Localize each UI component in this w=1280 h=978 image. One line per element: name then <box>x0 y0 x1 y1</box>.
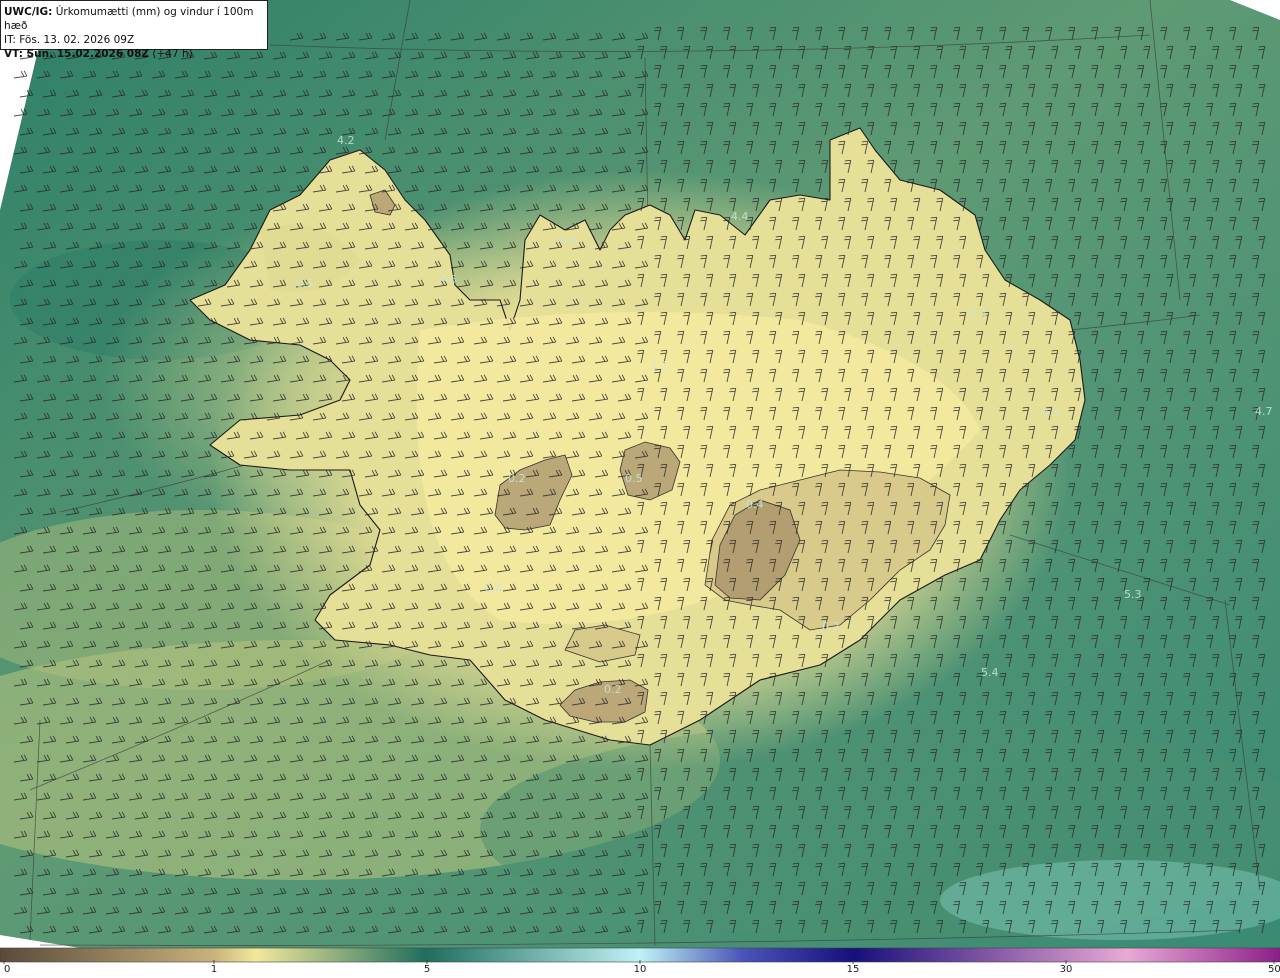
map-value-label: 0.4 <box>485 582 503 595</box>
colorbar <box>0 947 1280 964</box>
colorbar-tick-label: 10 <box>633 964 647 975</box>
initial-time: IT: Fös. 13. 02. 2026 09Z <box>4 34 135 46</box>
map-value-label: 5.4 <box>981 666 999 679</box>
map-value-label: 4.6 <box>439 273 457 286</box>
map-value-label: 0.2 <box>822 620 840 633</box>
map-value-label: 2.1 <box>970 306 988 319</box>
forecast-lead: (+47 h) <box>152 48 193 60</box>
map-value-label: 1.1 <box>651 359 669 372</box>
map-value-label: 0.4 <box>746 498 764 511</box>
map-stage: 4.2 4.6 4.5 4.4 2.1 4.5 4.7 5.3 5.4 0.2 … <box>0 0 1280 978</box>
map-title-box: UWC/IG: Úrkomumætti (mm) og vindur í 100… <box>0 0 268 60</box>
map-value-label: 0.6 <box>296 277 314 290</box>
valid-time: VT: Sun. 15.02.2026 08Z <box>4 48 150 60</box>
map-value-label: 4.5 <box>1042 406 1060 419</box>
colorbar-tick-label: 0 <box>4 964 11 975</box>
map-value-label: 4.4 <box>731 210 749 223</box>
colorbar-tick-label: 50 <box>1268 964 1280 975</box>
map-value-label: 0.2 <box>508 472 526 485</box>
forecast-map: 4.2 4.6 4.5 4.4 2.1 4.5 4.7 5.3 5.4 0.2 … <box>0 0 1280 964</box>
colorbar-tick-label: 1 <box>210 964 218 975</box>
map-value-label: 0.5 <box>625 472 643 485</box>
model-name: UWC/IG: <box>4 6 53 18</box>
map-value-label: 4.7 <box>1255 405 1273 418</box>
map-value-label: 4.5 <box>560 234 578 247</box>
colorbar-tick-label: 15 <box>846 964 860 975</box>
map-value-label: 0.2 <box>604 683 622 696</box>
colorbar-tick-label: 30 <box>1059 964 1073 975</box>
map-value-label: 4.2 <box>337 134 355 147</box>
map-value-label: 5.3 <box>1124 588 1142 601</box>
colorbar-tick-label: 5 <box>423 964 431 975</box>
